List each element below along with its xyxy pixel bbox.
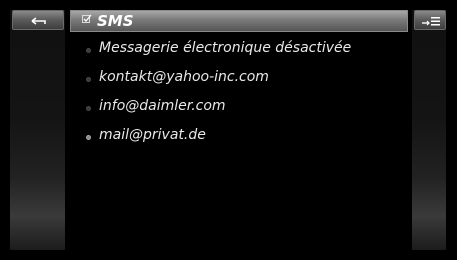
list-item[interactable]: kontakt@yahoo-inc.com [70, 63, 408, 92]
list-item-label: kontakt@yahoo-inc.com [99, 69, 269, 85]
menu-button[interactable] [414, 10, 446, 30]
radio-icon [86, 48, 91, 53]
list-item-label: info@daimler.com [99, 98, 226, 114]
page-title: SMS [97, 12, 134, 30]
list-item[interactable]: mail@privat.de [70, 121, 408, 150]
address-list: Messagerie électronique désactivée konta… [70, 34, 408, 150]
radio-selected-icon [86, 135, 91, 140]
left-panel [10, 10, 65, 250]
list-item[interactable]: info@daimler.com [70, 92, 408, 121]
list-item[interactable]: Messagerie électronique désactivée [70, 34, 408, 63]
radio-icon [86, 106, 91, 111]
screen: SMS Messagerie électronique désactivée k… [0, 0, 457, 260]
list-item-label: Messagerie électronique désactivée [99, 40, 352, 56]
title-bar: SMS [70, 10, 408, 32]
checkbox-checked-icon [82, 14, 92, 23]
right-panel [412, 10, 446, 250]
radio-icon [86, 77, 91, 82]
list-item-label: mail@privat.de [99, 127, 206, 143]
menu-list-icon [422, 17, 440, 26]
back-button[interactable] [12, 10, 64, 30]
back-arrow-icon [31, 17, 46, 25]
